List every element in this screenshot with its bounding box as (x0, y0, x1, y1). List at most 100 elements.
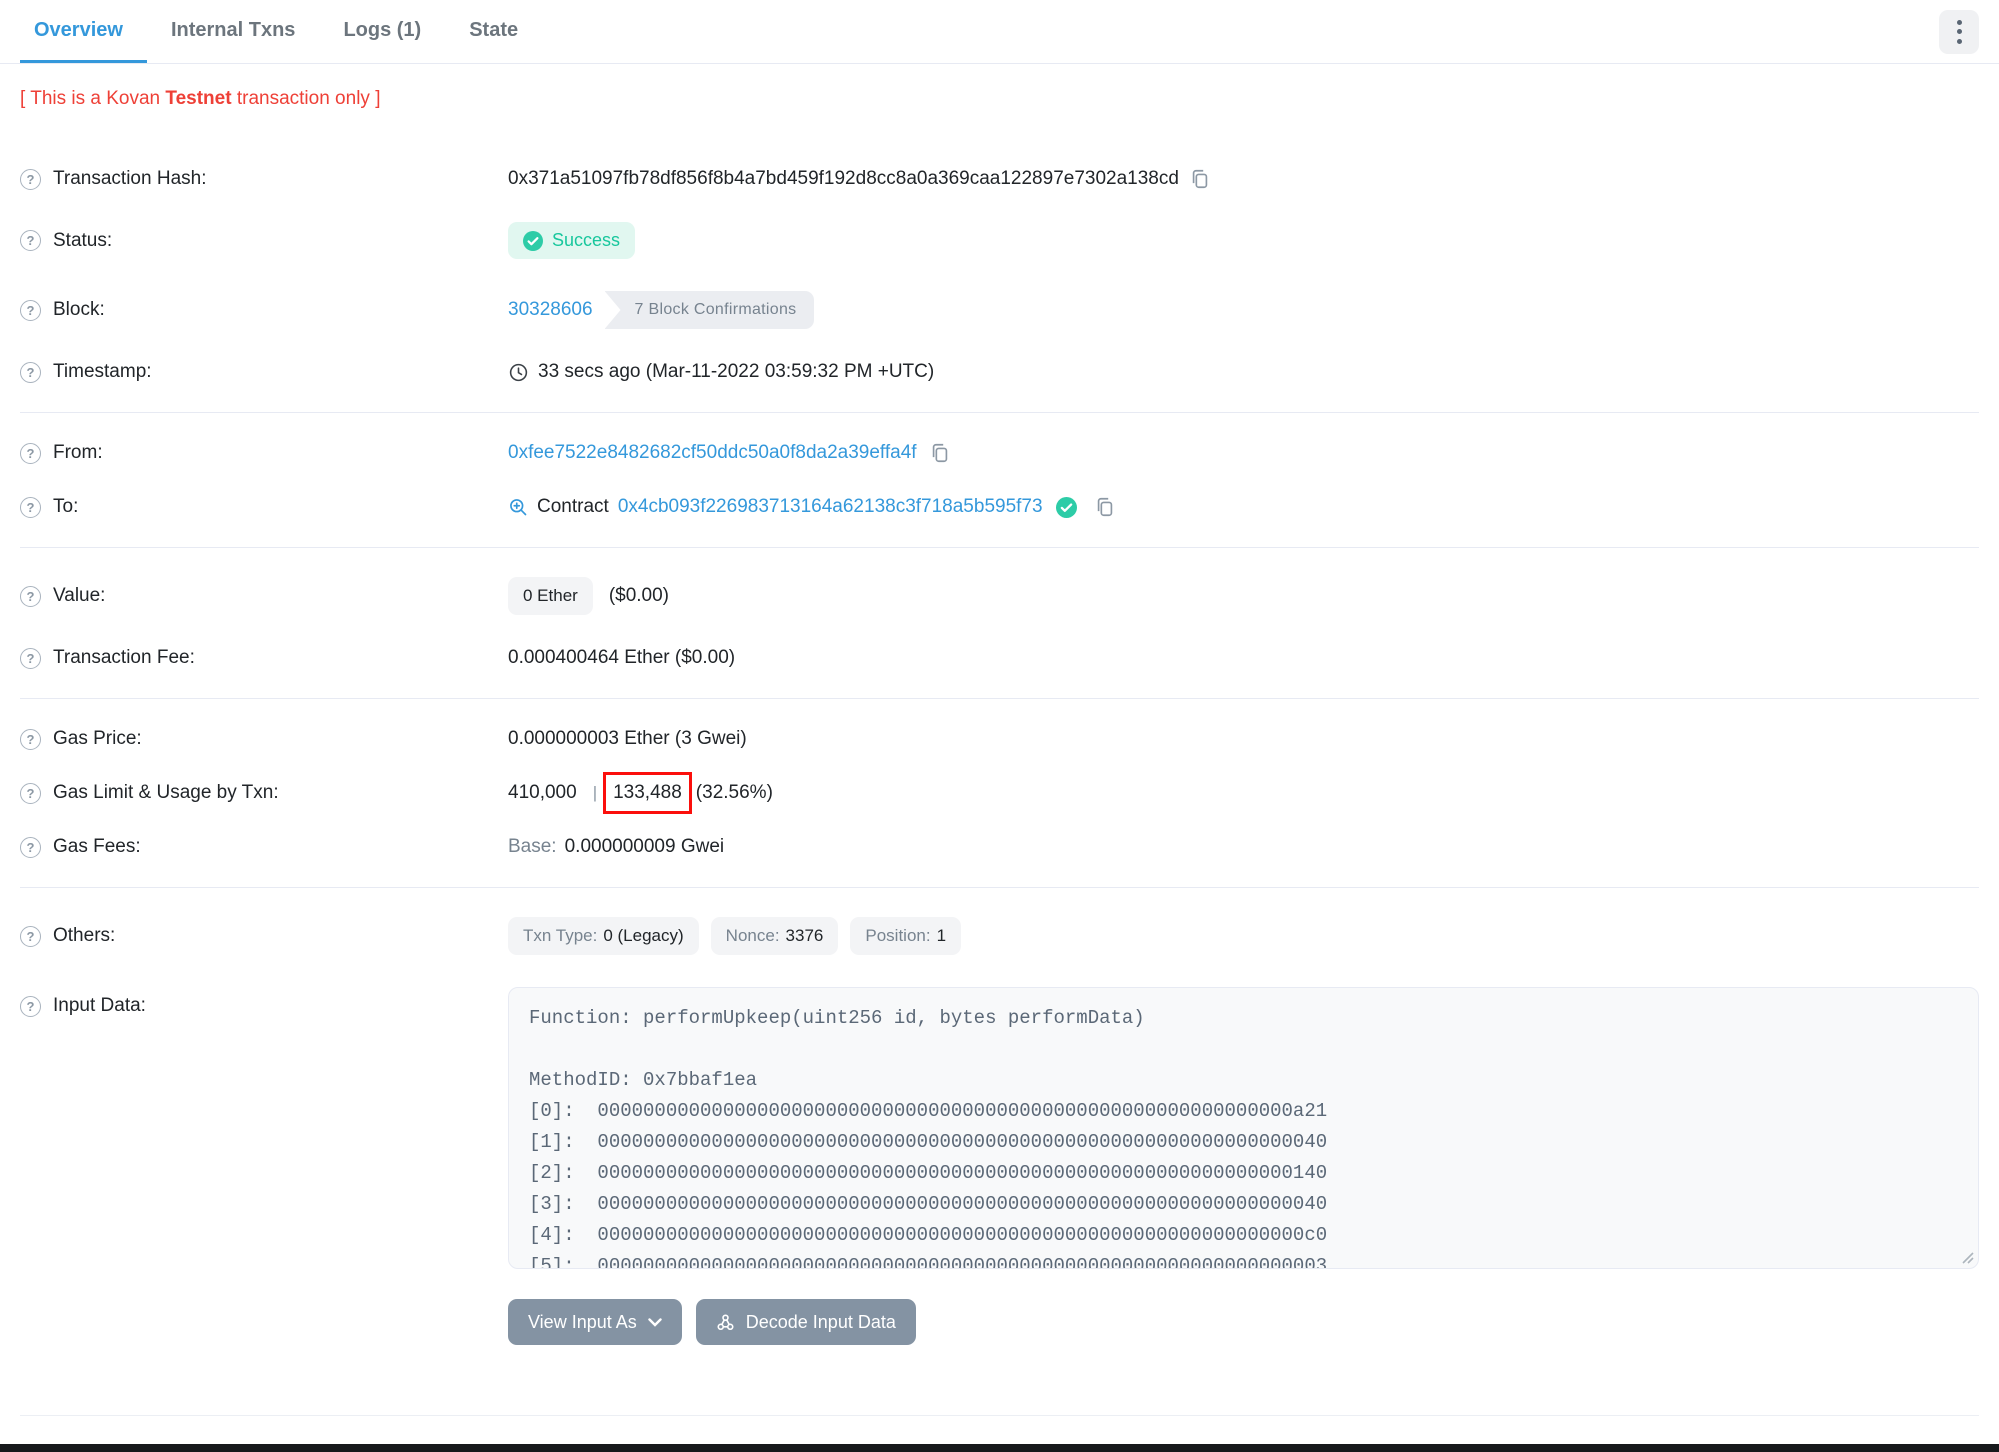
gas-price-value: 0.000000003 Ether (3 Gwei) (508, 728, 747, 749)
check-circle-icon (523, 230, 543, 251)
ether-value-badge: 0 Ether (508, 577, 593, 615)
input-data-line: [2]: 00000000000000000000000000000000000… (529, 1162, 1328, 1184)
row-timestamp: ? Timestamp: 33 secs ago (Mar-11-2022 03… (20, 345, 1979, 399)
others-label: ? Others: (20, 925, 508, 947)
gas-limit-value: 410,000 (508, 782, 577, 803)
row-input-data: ? Input Data: Function: performUpkeep(ui… (20, 971, 1979, 1285)
input-data-line (529, 1034, 1958, 1065)
timestamp-label: ? Timestamp: (20, 361, 508, 383)
nonce-badge: Nonce: 3376 (710, 917, 839, 955)
help-icon[interactable]: ? (20, 496, 41, 518)
gas-price-label: ? Gas Price: (20, 728, 508, 750)
gas-separator: | (592, 783, 598, 802)
help-icon[interactable]: ? (20, 168, 41, 190)
decode-icon (716, 1313, 735, 1332)
badge-value: 3376 (785, 926, 824, 945)
input-data-line: [4]: 00000000000000000000000000000000000… (529, 1224, 1328, 1246)
position-badge: Position: 1 (850, 917, 962, 955)
status-text: Success (552, 230, 621, 250)
row-status: ? Status: Success (20, 206, 1979, 275)
tab-overview[interactable]: Overview (20, 0, 147, 63)
input-data-line: [1]: 00000000000000000000000000000000000… (529, 1131, 1328, 1153)
label-text: Timestamp: (53, 361, 152, 382)
gas-fees-label: ? Gas Fees: (20, 836, 508, 858)
copy-from-address-button[interactable] (929, 442, 951, 464)
gas-used-value: 133,488 (613, 782, 682, 803)
testnet-notice-prefix: [ This is a Kovan (20, 88, 166, 109)
to-address-link[interactable]: 0x4cb093f226983713164a62138c3f718a5b595f… (618, 496, 1043, 518)
help-icon[interactable]: ? (20, 299, 41, 321)
tab-state[interactable]: State (445, 0, 542, 63)
view-input-as-button[interactable]: View Input As (508, 1299, 682, 1345)
input-data-line: MethodID: 0x7bbaf1ea (529, 1069, 758, 1091)
base-fee-value: 0.000000009 Gwei (564, 836, 725, 857)
label-text: Gas Price: (53, 728, 142, 749)
input-data-line: Function: performUpkeep(uint256 id, byte… (529, 1007, 1145, 1029)
badge-value: 0 (Legacy) (603, 926, 684, 945)
clock-icon (508, 362, 529, 383)
help-icon[interactable]: ? (20, 230, 41, 251)
input-data-line: [5]: 00000000000000000000000000000000000… (529, 1255, 1328, 1269)
help-icon[interactable]: ? (20, 836, 41, 858)
transaction-fee-value: 0.000400464 Ether ($0.00) (508, 647, 736, 668)
more-options-button[interactable] (1939, 9, 1979, 54)
label-text: Transaction Hash: (53, 168, 207, 189)
help-icon[interactable]: ? (20, 361, 41, 383)
label-text: Gas Fees: (53, 836, 141, 857)
input-data-line: [3]: 00000000000000000000000000000000000… (529, 1193, 1328, 1215)
help-icon[interactable]: ? (20, 647, 41, 669)
row-gas-fees: ? Gas Fees: Base: 0.000000009 Gwei (20, 820, 1979, 874)
block-label: ? Block: (20, 299, 508, 321)
input-data-label: ? Input Data: (20, 995, 508, 1017)
row-transaction-fee: ? Transaction Fee: 0.000400464 Ether ($0… (20, 631, 1979, 685)
ether-amount: 0 Ether (523, 586, 578, 605)
row-block: ? Block: 30328606 7 Block Confirmations (20, 275, 1979, 345)
label-text: Others: (53, 925, 116, 946)
transaction-hash-value: 0x371a51097fb78df856f8b4a7bd459f192d8cc8… (508, 168, 1179, 189)
copy-txhash-button[interactable] (1189, 168, 1211, 190)
row-to: ? To: Contract 0x4cb093f226983713164a621… (20, 480, 1979, 534)
footer-edge-bar (0, 1444, 1999, 1452)
section-divider (20, 412, 1979, 413)
input-data-textarea[interactable]: Function: performUpkeep(uint256 id, byte… (508, 987, 1979, 1269)
kebab-icon (1956, 19, 1962, 44)
section-divider (20, 547, 1979, 548)
help-icon[interactable]: ? (20, 925, 41, 947)
status-label: ? Status: (20, 230, 508, 252)
help-icon[interactable]: ? (20, 728, 41, 750)
label-text: Input Data: (53, 995, 146, 1016)
help-icon[interactable]: ? (20, 442, 41, 464)
help-icon[interactable]: ? (20, 995, 41, 1017)
copy-to-address-button[interactable] (1094, 496, 1116, 518)
copy-icon (929, 442, 951, 464)
label-text: From: (53, 442, 103, 463)
zoom-in-icon[interactable] (508, 497, 528, 517)
gas-limit-usage-label: ? Gas Limit & Usage by Txn: (20, 782, 508, 804)
resize-grip-icon[interactable] (1960, 1250, 1974, 1264)
tab-logs[interactable]: Logs (1) (319, 0, 445, 63)
badge-label: Position: (865, 926, 931, 945)
status-badge: Success (508, 222, 636, 259)
help-icon[interactable]: ? (20, 782, 41, 804)
block-number-link[interactable]: 30328606 (508, 299, 593, 321)
copy-icon (1094, 496, 1116, 518)
badge-label: Nonce: (725, 926, 780, 945)
input-data-actions: View Input As Decode Input Data (508, 1299, 1979, 1345)
decode-input-data-button[interactable]: Decode Input Data (695, 1299, 916, 1345)
base-fee-label: Base: (508, 836, 557, 857)
label-text: To: (53, 496, 79, 517)
transaction-detail-page: Overview Internal Txns Logs (1) State [ … (0, 0, 1999, 1452)
row-gas-price: ? Gas Price: 0.000000003 Ether (3 Gwei) (20, 712, 1979, 766)
input-data-line: [0]: 00000000000000000000000000000000000… (529, 1100, 1328, 1122)
label-text: Value: (53, 585, 106, 606)
gas-used-percent: (32.56%) (695, 782, 773, 803)
row-others: ? Others: Txn Type: 0 (Legacy) Nonce: 33… (20, 901, 1979, 971)
copy-icon (1189, 168, 1211, 190)
from-address-link[interactable]: 0xfee7522e8482682cf50ddc50a0f8da2a39effa… (508, 442, 917, 464)
row-transaction-hash: ? Transaction Hash: 0x371a51097fb78df856… (20, 152, 1979, 206)
tab-bar: Overview Internal Txns Logs (1) State (0, 0, 1999, 64)
tab-internal-txns[interactable]: Internal Txns (147, 0, 319, 63)
others-badges: Txn Type: 0 (Legacy) Nonce: 3376 Positio… (508, 917, 962, 955)
help-icon[interactable]: ? (20, 585, 41, 607)
transaction-fee-label: ? Transaction Fee: (20, 647, 508, 669)
